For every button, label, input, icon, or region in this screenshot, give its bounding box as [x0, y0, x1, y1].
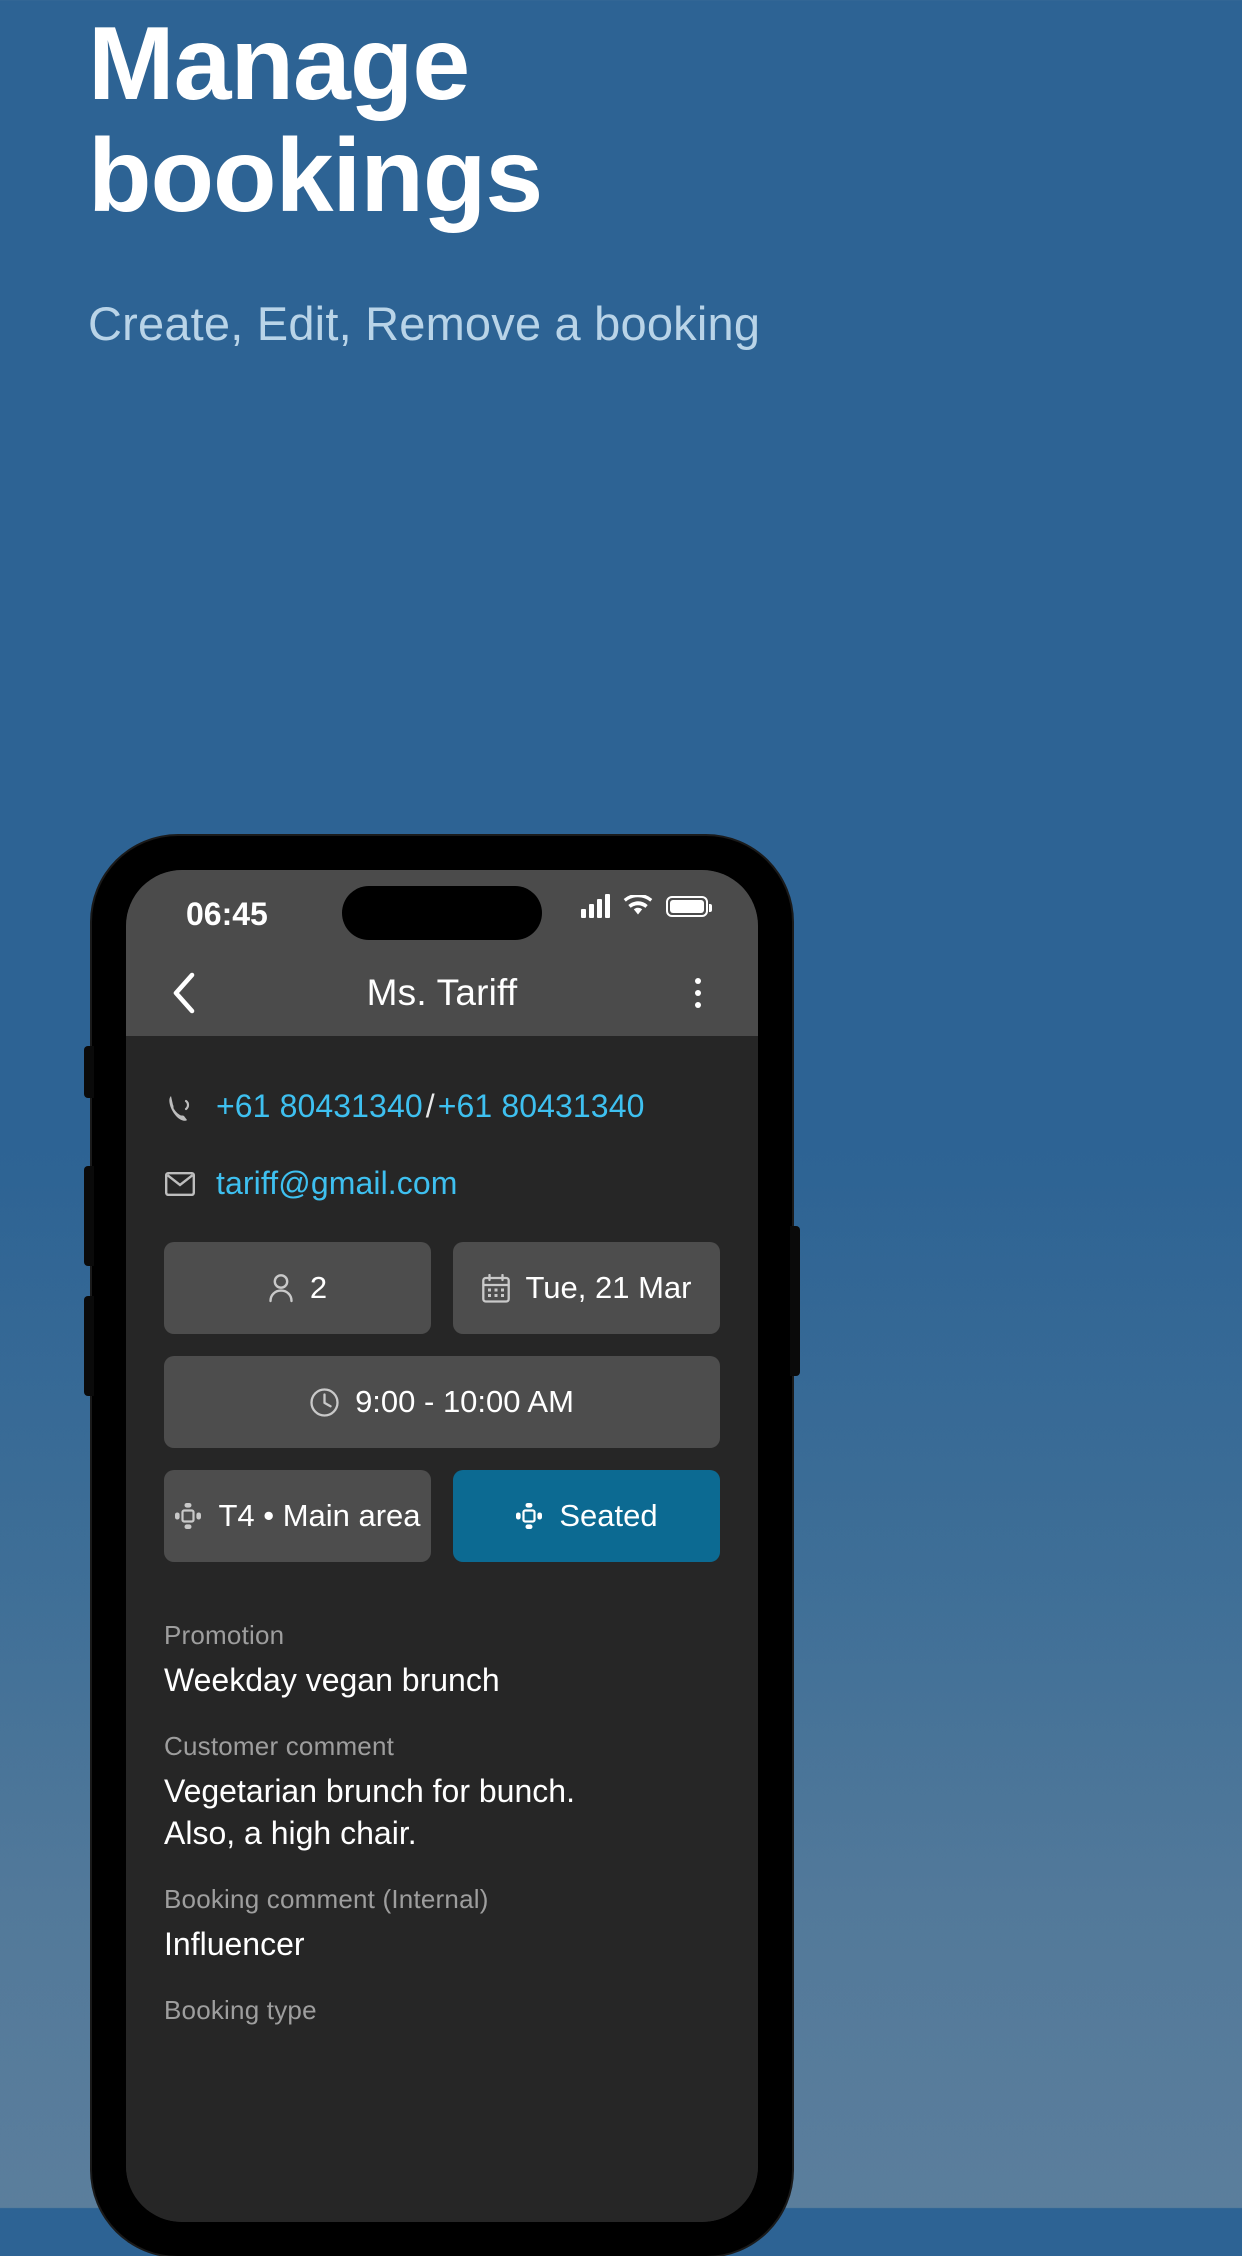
battery-full-icon — [666, 895, 712, 917]
time-value: 9:00 - 10:00 AM — [355, 1384, 574, 1419]
table-icon — [515, 1502, 543, 1530]
phone-screen: 06:45 Ms. Tariff +61 80431340/+61 804313… — [126, 870, 758, 2222]
date-chip[interactable]: Tue, 21 Mar — [453, 1242, 720, 1334]
booking-detail-content: +61 80431340/+61 80431340 tariff@gmail.c… — [126, 1036, 758, 2222]
page-subtitle: Create, Edit, Remove a booking — [88, 297, 761, 350]
phone-secondary-link[interactable]: +61 80431340 — [438, 1088, 645, 1124]
booking-chips: 2 Tue, 21 Mar 9:00 - 10:00 AM T4 • Main … — [126, 1242, 758, 1562]
detail-value: Influencer — [164, 1926, 305, 1962]
phone-primary-link[interactable]: +61 80431340 — [216, 1088, 423, 1124]
hero-section: Manage bookings Create, Edit, Remove a b… — [88, 0, 1088, 352]
detail-promotion: Promotion Weekday vegan brunch — [164, 1620, 720, 1701]
detail-label: Booking type — [164, 1995, 317, 2025]
status-bar: 06:45 — [126, 870, 758, 950]
status-icons — [581, 893, 712, 918]
cellular-signal-icon — [581, 894, 610, 918]
detail-label: Customer comment — [164, 1731, 395, 1761]
calendar-icon — [481, 1273, 510, 1303]
detail-value: Weekday vegan brunch — [164, 1662, 500, 1698]
phone-row[interactable]: +61 80431340/+61 80431340 — [164, 1088, 720, 1125]
chip-row-time: 9:00 - 10:00 AM — [164, 1356, 720, 1448]
table-icon — [174, 1502, 202, 1530]
phone-mockup: 06:45 Ms. Tariff +61 80431340/+61 804313… — [84, 836, 800, 2256]
email-link[interactable]: tariff@gmail.com — [216, 1165, 458, 1201]
detail-booking-type: Booking type — [164, 1995, 720, 2026]
guests-count: 2 — [309, 1270, 328, 1305]
volume-up-button[interactable] — [84, 1166, 94, 1266]
detail-value: Vegetarian brunch for bunch. Also, a hig… — [164, 1773, 575, 1851]
detail-label: Booking comment (Internal) — [164, 1884, 489, 1914]
date-value: Tue, 21 Mar — [525, 1270, 692, 1305]
page-title: Manage bookings — [88, 6, 543, 234]
clock-icon — [310, 1387, 339, 1417]
volume-down-button[interactable] — [84, 1296, 94, 1396]
header-title: Ms. Tariff — [366, 972, 518, 1013]
status-time: 06:45 — [186, 896, 268, 932]
app-header: Ms. Tariff — [126, 950, 758, 1036]
wifi-icon — [623, 893, 653, 917]
detail-customer-comment: Customer comment Vegetarian brunch for b… — [164, 1731, 720, 1854]
time-chip[interactable]: 9:00 - 10:00 AM — [164, 1356, 720, 1448]
table-value: T4 • Main area — [218, 1498, 421, 1533]
email-row[interactable]: tariff@gmail.com — [164, 1165, 720, 1202]
table-chip[interactable]: T4 • Main area — [164, 1470, 431, 1562]
chip-row-guests-date: 2 Tue, 21 Mar — [164, 1242, 720, 1334]
silent-switch[interactable] — [84, 1046, 94, 1098]
phone-separator: / — [425, 1088, 435, 1124]
contact-section: +61 80431340/+61 80431340 tariff@gmail.c… — [126, 1036, 758, 1202]
overflow-menu-icon[interactable] — [676, 971, 720, 1015]
person-icon — [268, 1273, 294, 1303]
phone-call-icon — [164, 1093, 196, 1121]
back-button[interactable] — [162, 971, 206, 1015]
guests-chip[interactable]: 2 — [164, 1242, 431, 1334]
envelope-icon — [164, 1171, 196, 1196]
power-button[interactable] — [790, 1226, 800, 1376]
detail-label: Promotion — [164, 1620, 285, 1650]
email-value: tariff@gmail.com — [216, 1165, 458, 1202]
booking-details-list: Promotion Weekday vegan brunch Customer … — [126, 1584, 758, 2026]
dynamic-island — [342, 886, 542, 940]
status-value: Seated — [559, 1498, 658, 1533]
status-chip[interactable]: Seated — [453, 1470, 720, 1562]
chip-row-table-status: T4 • Main area Seated — [164, 1470, 720, 1562]
phone-numbers: +61 80431340/+61 80431340 — [216, 1088, 645, 1125]
detail-booking-comment: Booking comment (Internal) Influencer — [164, 1884, 720, 1965]
